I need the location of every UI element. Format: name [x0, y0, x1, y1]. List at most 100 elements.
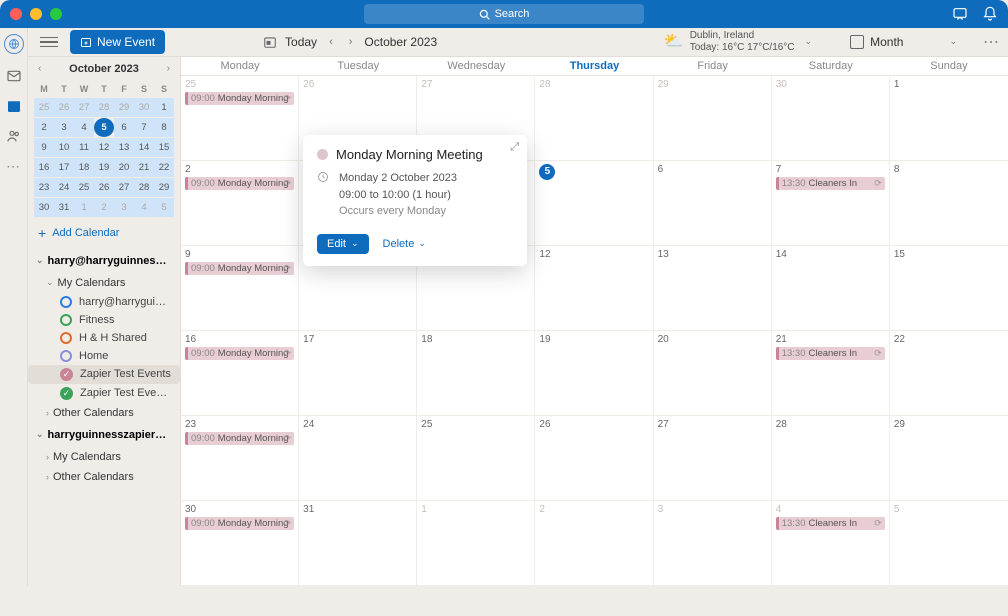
calendar-event[interactable]: 09:00Monday Morning⟳	[185, 92, 294, 105]
day-cell[interactable]: 30	[772, 76, 890, 160]
calendar-group[interactable]: ›Other Calendars	[28, 403, 180, 423]
mini-day[interactable]: 18	[74, 158, 94, 177]
day-cell[interactable]: 29	[890, 416, 1008, 500]
mini-day[interactable]: 30	[34, 198, 54, 217]
day-cell[interactable]: 2113:30Cleaners In⟳	[772, 331, 890, 415]
mini-day[interactable]: 16	[34, 158, 54, 177]
day-cell[interactable]: 29	[654, 76, 772, 160]
calendar-checkbox[interactable]: ✓	[60, 368, 73, 381]
close-icon[interactable]	[10, 8, 22, 20]
globe-icon[interactable]	[4, 34, 24, 54]
day-cell[interactable]: 27	[654, 416, 772, 500]
calendar-event[interactable]: 13:30Cleaners In⟳	[776, 517, 885, 530]
mini-day[interactable]: 21	[134, 158, 154, 177]
calendar-item[interactable]: Fitness	[28, 311, 180, 329]
mini-day[interactable]: 4	[134, 198, 154, 217]
mini-day[interactable]: 25	[74, 178, 94, 197]
calendar-icon[interactable]	[6, 98, 22, 114]
mini-day[interactable]: 15	[154, 138, 174, 157]
day-cell[interactable]: 2509:00Monday Morning⟳	[181, 76, 299, 160]
mini-day[interactable]: 31	[54, 198, 74, 217]
calendar-event[interactable]: 09:00Monday Morning⟳	[185, 517, 294, 530]
day-cell[interactable]: 19	[535, 331, 653, 415]
mini-day[interactable]: 2	[34, 118, 54, 137]
mini-day[interactable]: 30	[134, 98, 154, 117]
mini-day[interactable]: 2	[94, 198, 114, 217]
mini-day[interactable]: 1	[154, 98, 174, 117]
day-cell[interactable]: 31	[299, 501, 417, 585]
mini-day[interactable]: 27	[114, 178, 134, 197]
calendar-group[interactable]: ›Other Calendars	[28, 467, 180, 487]
day-cell[interactable]: 1	[417, 501, 535, 585]
mini-day[interactable]: 5	[154, 198, 174, 217]
calendar-group[interactable]: ⌄My Calendars	[28, 273, 180, 293]
mini-day[interactable]: 3	[54, 118, 74, 137]
day-cell[interactable]: 20	[654, 331, 772, 415]
day-cell[interactable]: 2309:00Monday Morning⟳	[181, 416, 299, 500]
hamburger-icon[interactable]	[40, 37, 58, 48]
mini-day[interactable]: 9	[34, 138, 54, 157]
calendar-item[interactable]: ✓Zapier Test Events (In Purple)	[28, 384, 180, 403]
calendar-event[interactable]: 09:00Monday Morning⟳	[185, 177, 294, 190]
mini-day[interactable]: 6	[114, 118, 134, 137]
mini-day[interactable]: 26	[94, 178, 114, 197]
day-cell[interactable]: 15	[890, 246, 1008, 330]
day-cell[interactable]: 3009:00Monday Morning⟳	[181, 501, 299, 585]
calendar-item[interactable]: H & H Shared	[28, 329, 180, 347]
mini-day[interactable]: 28	[134, 178, 154, 197]
day-cell[interactable]: 8	[890, 161, 1008, 245]
edit-button[interactable]: Edit ⌄	[317, 234, 369, 254]
day-cell[interactable]: 17	[299, 331, 417, 415]
calendar-checkbox[interactable]	[60, 296, 72, 308]
day-cell[interactable]: 26	[535, 416, 653, 500]
mini-day[interactable]: 8	[154, 118, 174, 137]
maximize-icon[interactable]	[50, 8, 62, 20]
day-cell[interactable]: 1609:00Monday Morning⟳	[181, 331, 299, 415]
new-event-button[interactable]: New Event	[70, 30, 165, 54]
mini-day[interactable]: 20	[114, 158, 134, 177]
day-cell[interactable]: 909:00Monday Morning⟳	[181, 246, 299, 330]
mini-day[interactable]: 29	[114, 98, 134, 117]
day-cell[interactable]: 13	[654, 246, 772, 330]
calendar-event[interactable]: 09:00Monday Morning⟳	[185, 262, 294, 275]
mini-day[interactable]: 4	[74, 118, 94, 137]
day-cell[interactable]: 6	[654, 161, 772, 245]
weather-widget[interactable]: ⛅ Dublin, Ireland Today: 16°C 17°C/16°C …	[664, 30, 816, 54]
delete-button[interactable]: Delete ⌄	[383, 238, 426, 250]
people-icon[interactable]	[6, 128, 22, 144]
calendar-event[interactable]: 09:00Monday Morning⟳	[185, 347, 294, 360]
minimize-icon[interactable]	[30, 8, 42, 20]
search-input[interactable]: Search	[364, 4, 644, 24]
mini-day[interactable]: 28	[94, 98, 114, 117]
day-cell[interactable]: 3	[654, 501, 772, 585]
add-calendar-button[interactable]: +Add Calendar	[28, 217, 180, 249]
day-cell[interactable]: 2	[535, 501, 653, 585]
day-cell[interactable]: 5	[890, 501, 1008, 585]
calendar-checkbox[interactable]: ✓	[60, 387, 73, 400]
mini-day[interactable]: 23	[34, 178, 54, 197]
bell-icon[interactable]	[982, 6, 998, 22]
calendar-event[interactable]: 13:30Cleaners In⟳	[776, 347, 885, 360]
mini-day[interactable]: 7	[134, 118, 154, 137]
day-cell[interactable]: 209:00Monday Morning⟳	[181, 161, 299, 245]
calendar-event[interactable]: 13:30Cleaners In⟳	[776, 177, 885, 190]
day-cell[interactable]: 5	[535, 161, 653, 245]
mini-day[interactable]: 24	[54, 178, 74, 197]
today-button[interactable]: Today	[285, 35, 317, 49]
mini-day[interactable]: 26	[54, 98, 74, 117]
today-icon[interactable]	[263, 35, 277, 49]
mini-day[interactable]: 3	[114, 198, 134, 217]
day-cell[interactable]: 22	[890, 331, 1008, 415]
mini-day[interactable]: 27	[74, 98, 94, 117]
day-cell[interactable]: 24	[299, 416, 417, 500]
day-cell[interactable]: 28	[772, 416, 890, 500]
mini-day[interactable]: 17	[54, 158, 74, 177]
calendar-checkbox[interactable]	[60, 314, 72, 326]
calendar-item[interactable]: Home	[28, 347, 180, 365]
prev-month-button[interactable]: ‹	[325, 36, 337, 48]
next-month-button[interactable]: ›	[345, 36, 357, 48]
mini-day[interactable]: 14	[134, 138, 154, 157]
day-cell[interactable]: 25	[417, 416, 535, 500]
day-cell[interactable]: 14	[772, 246, 890, 330]
more-icon[interactable]: ⋯	[6, 158, 22, 174]
